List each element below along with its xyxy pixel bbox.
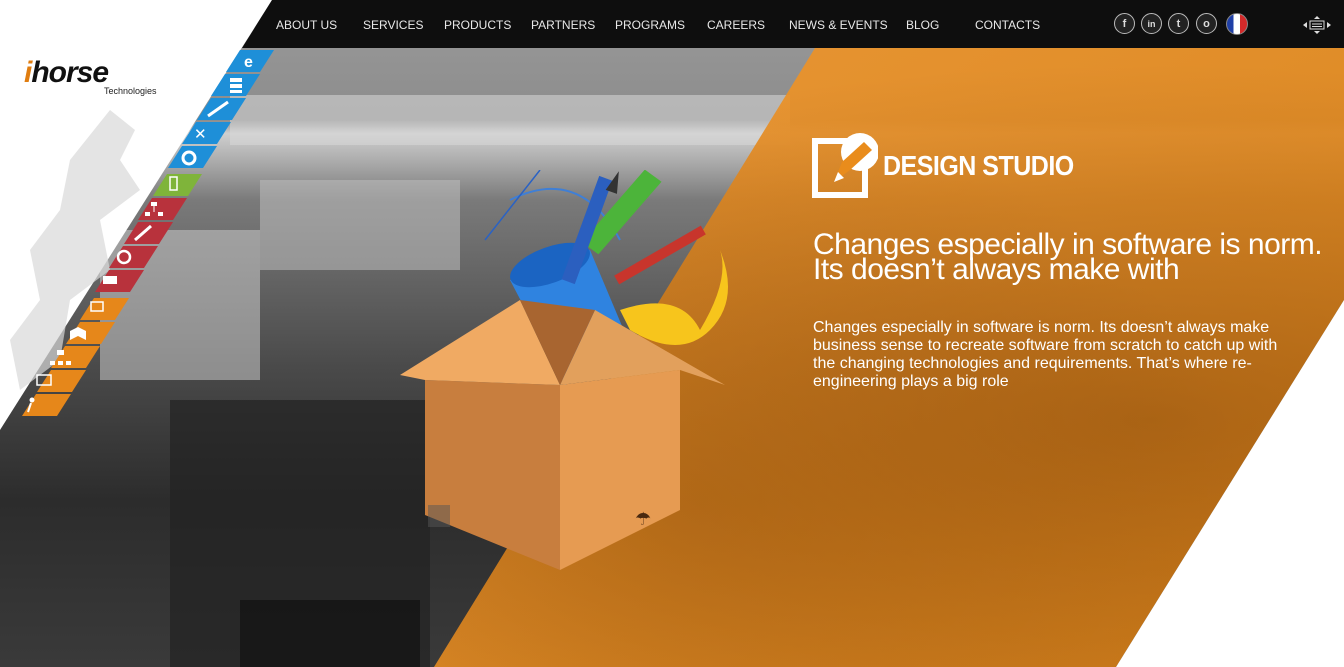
svg-text:e: e	[244, 54, 253, 71]
presentation-icon[interactable]	[36, 370, 86, 392]
mobile-icon[interactable]	[153, 174, 202, 196]
ie-icon[interactable]: e	[226, 50, 274, 72]
social-other-icon[interactable]: o	[1196, 13, 1217, 34]
org-chart-icon[interactable]	[50, 346, 100, 368]
expand-icon[interactable]	[124, 222, 173, 244]
cube-icon[interactable]	[66, 322, 115, 344]
monitor-icon[interactable]	[80, 298, 129, 320]
nav-contacts[interactable]: CONTACTS	[975, 18, 1040, 32]
page: ABOUT US SERVICES PRODUCTS PARTNERS PROG…	[0, 0, 1344, 667]
service-icon-strip: e ✕	[22, 50, 274, 416]
nav-careers[interactable]: CAREERS	[707, 18, 765, 32]
section-title: DESIGN STUDIO	[883, 150, 1074, 182]
truck-icon[interactable]	[95, 270, 144, 292]
nav-programs[interactable]: PROGRAMS	[615, 18, 685, 32]
server-icon[interactable]	[211, 74, 260, 96]
hero-headline: Changes especially in software is norm. …	[813, 228, 1323, 286]
pen-ruler-icon[interactable]	[197, 98, 246, 120]
hero-body: Changes especially in software is norm. …	[813, 319, 1278, 390]
twitter-icon[interactable]: t	[1168, 13, 1189, 34]
facebook-icon[interactable]: f	[1114, 13, 1135, 34]
nav-services[interactable]: SERVICES	[363, 18, 423, 32]
svg-text:☂: ☂	[635, 509, 651, 530]
nav-partners[interactable]: PARTNERS	[531, 18, 595, 32]
robot-icon[interactable]	[109, 246, 158, 268]
gear-check-icon[interactable]	[168, 146, 217, 168]
svg-text:✕: ✕	[194, 125, 207, 143]
french-flag-icon[interactable]	[1226, 13, 1248, 35]
nav-products[interactable]: PRODUCTS	[444, 18, 511, 32]
background-shelf	[230, 95, 790, 145]
tools-icon[interactable]: ✕	[182, 122, 231, 144]
network-icon[interactable]	[138, 198, 187, 220]
background-monitor	[240, 600, 420, 667]
nav-blog[interactable]: BLOG	[906, 18, 939, 32]
keyboard-icon[interactable]	[1301, 14, 1333, 36]
design-box-illustration: ☂	[400, 170, 728, 570]
runner-icon[interactable]	[22, 394, 71, 416]
linkedin-icon[interactable]: in	[1141, 13, 1162, 34]
nav-news-events[interactable]: NEWS & EVENTS	[789, 18, 888, 32]
edit-document-icon	[812, 133, 878, 198]
nav-about-us[interactable]: ABOUT US	[276, 18, 337, 32]
